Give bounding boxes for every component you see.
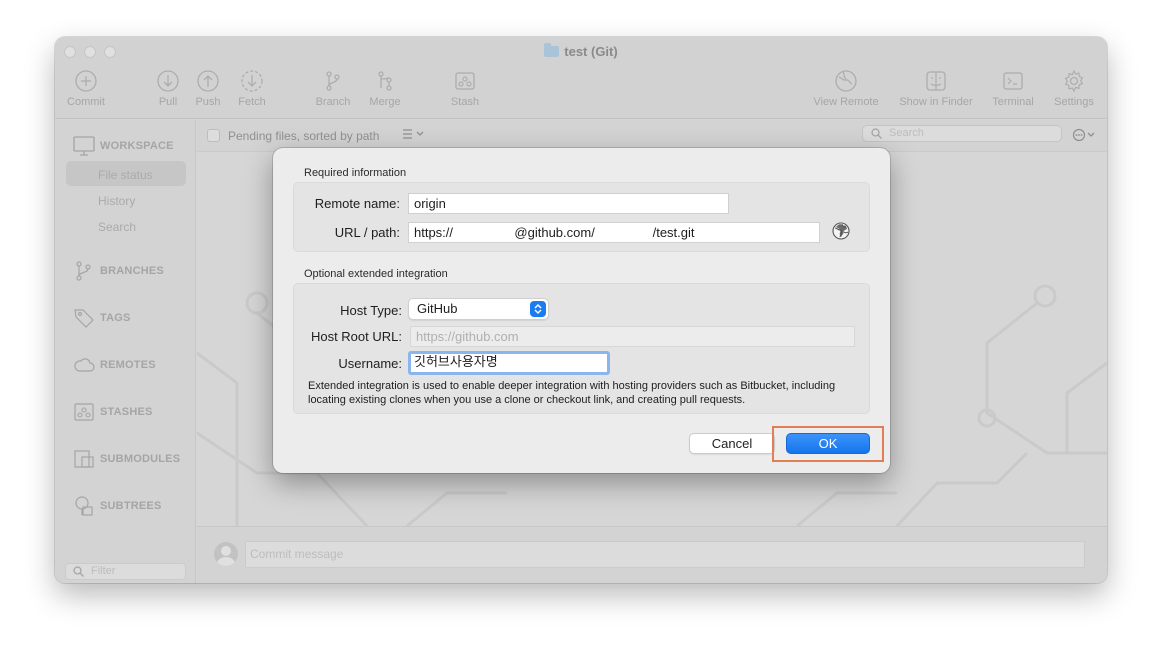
host-type-select[interactable]: GitHub <box>408 298 549 320</box>
search-icon <box>871 128 882 139</box>
chevron-updown-icon <box>530 301 546 317</box>
required-information-title: Required information <box>304 167 407 179</box>
commit-bar: Commit message <box>197 526 1107 583</box>
gear-icon <box>1062 69 1086 93</box>
host-type-label: Host Type: <box>340 303 402 318</box>
window-title: test (Git) <box>55 43 1107 59</box>
terminal-icon <box>1001 69 1025 93</box>
toolbar-show-in-finder-button[interactable]: Show in Finder <box>895 69 977 108</box>
pending-files-sort-label[interactable]: Pending files, sorted by path <box>228 129 379 143</box>
search-icon <box>73 566 84 577</box>
cancel-button[interactable]: Cancel <box>689 433 775 454</box>
branch-icon <box>321 69 345 93</box>
pull-icon <box>156 69 180 93</box>
toolbar-fetch-button[interactable]: Fetch <box>233 69 271 108</box>
avatar <box>214 542 238 566</box>
sidebar-workspace-header[interactable]: WORKSPACE <box>73 135 174 157</box>
sidebar: WORKSPACE File status History Search BRA… <box>55 120 196 583</box>
merge-icon <box>373 69 397 93</box>
ok-button-highlight <box>772 426 884 462</box>
file-search-input[interactable]: Search <box>862 125 1062 142</box>
tag-icon <box>73 307 95 329</box>
required-information-group: Remote name: origin URL / path: https://… <box>293 182 870 252</box>
url-path-label: URL / path: <box>334 225 400 240</box>
branch-icon <box>73 260 95 282</box>
toolbar-stash-button[interactable]: Stash <box>445 69 485 108</box>
push-icon <box>196 69 220 93</box>
select-all-checkbox[interactable] <box>207 129 220 142</box>
remote-name-label: Remote name: <box>314 196 400 211</box>
sidebar-tags-header[interactable]: TAGS <box>73 307 131 329</box>
optional-integration-title: Optional extended integration <box>304 268 448 280</box>
globe-icon[interactable] <box>832 222 850 240</box>
remote-name-input[interactable]: origin <box>408 193 729 214</box>
toolbar-branch-button[interactable]: Branch <box>311 69 355 108</box>
toolbar-merge-button[interactable]: Merge <box>363 69 407 108</box>
folder-icon <box>544 43 560 57</box>
toolbar-view-remote-button[interactable]: View Remote <box>808 69 884 108</box>
stash-icon <box>73 401 95 423</box>
sidebar-item-search[interactable]: Search <box>98 220 136 234</box>
toolbar-settings-button[interactable]: Settings <box>1049 69 1099 108</box>
monitor-icon <box>73 135 95 157</box>
sidebar-branches-header[interactable]: BRANCHES <box>73 260 164 282</box>
sidebar-filter-input[interactable]: Filter <box>65 563 186 580</box>
host-root-url-label: Host Root URL: <box>310 329 402 344</box>
toolbar-pull-button[interactable]: Pull <box>153 69 183 108</box>
sidebar-item-history[interactable]: History <box>98 194 135 208</box>
view-options-button[interactable] <box>402 127 426 144</box>
stash-icon <box>453 69 477 93</box>
username-label: Username: <box>338 356 402 371</box>
sidebar-subtrees-header[interactable]: SUBTREES <box>73 495 162 517</box>
username-input[interactable]: 깃허브사용자명 <box>408 351 610 375</box>
globe-icon <box>834 69 858 93</box>
sidebar-submodules-header[interactable]: SUBMODULES <box>73 448 180 470</box>
toolbar-terminal-button[interactable]: Terminal <box>989 69 1037 108</box>
host-root-url-input[interactable]: https://github.com <box>410 326 855 347</box>
commit-message-input[interactable]: Commit message <box>245 541 1085 568</box>
sidebar-item-file-status[interactable]: File status <box>98 168 153 182</box>
more-options-button[interactable] <box>1072 128 1098 145</box>
toolbar-commit-button[interactable]: Commit <box>64 69 108 108</box>
sidebar-stashes-header[interactable]: STASHES <box>73 401 153 423</box>
ellipsis-circle-icon <box>1072 128 1095 142</box>
submodule-icon <box>73 448 95 470</box>
cloud-icon <box>73 354 95 376</box>
sidebar-remotes-header[interactable]: REMOTES <box>73 354 156 376</box>
fetch-icon <box>240 69 264 93</box>
toolbar-push-button[interactable]: Push <box>193 69 223 108</box>
subtree-icon <box>73 495 95 517</box>
commit-icon <box>74 69 98 93</box>
url-path-input[interactable]: https:// @github.com/ /test.git <box>408 222 820 243</box>
finder-icon <box>924 69 948 93</box>
list-icon <box>403 129 424 139</box>
titlebar: test (Git) Commit Pull Push Fetch Branch… <box>55 37 1107 119</box>
integration-description: Extended integration is used to enable d… <box>308 380 836 406</box>
remote-details-dialog: Required information Remote name: origin… <box>273 148 890 473</box>
